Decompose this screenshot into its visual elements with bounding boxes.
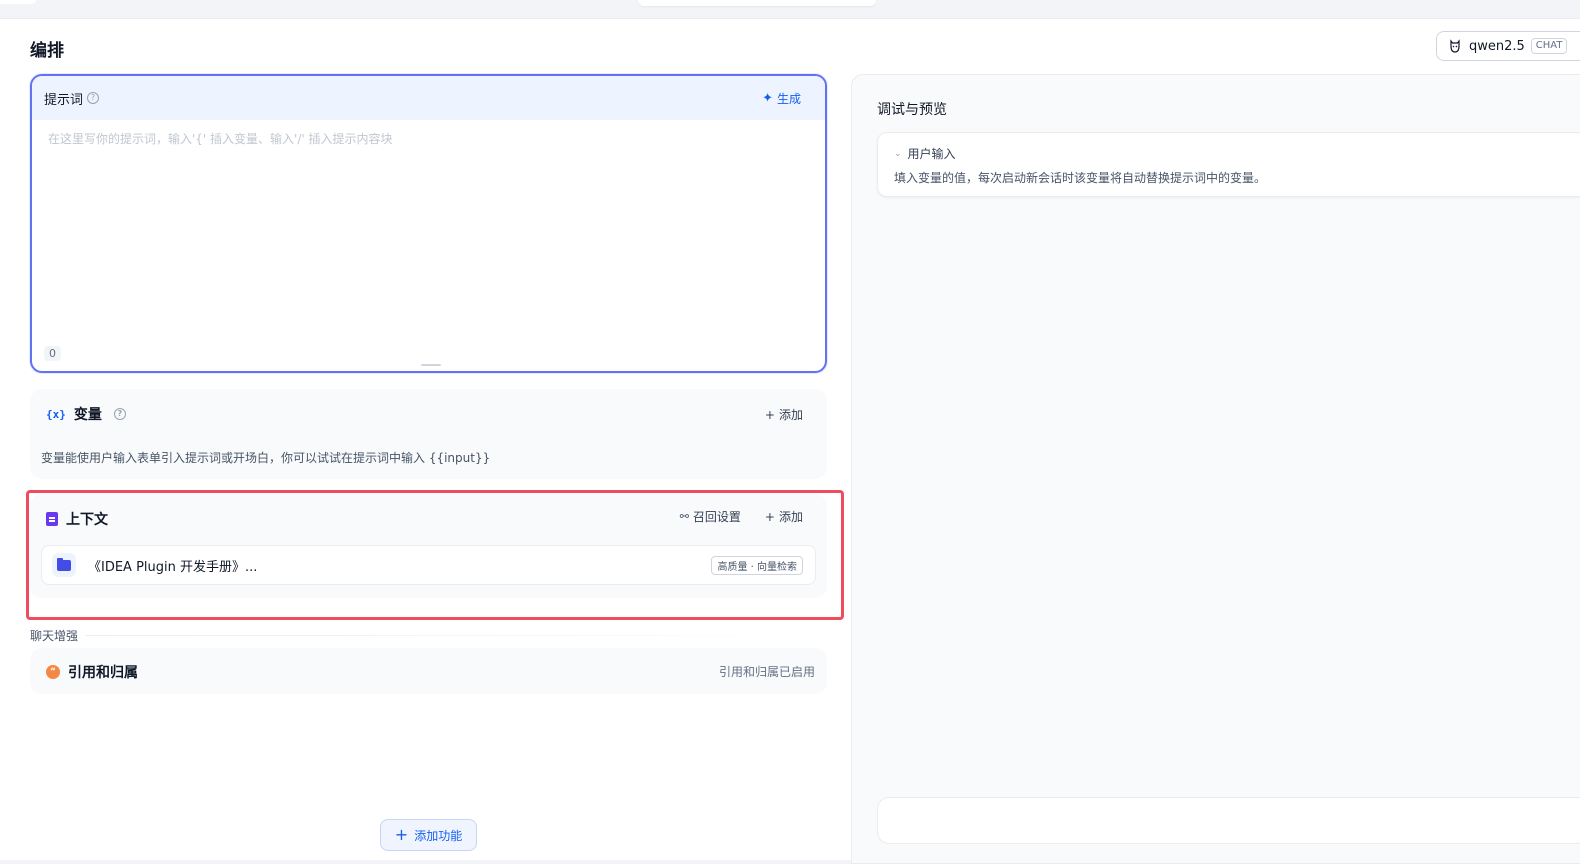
char-counter: 0	[44, 346, 61, 361]
user-input-description: 填入变量的值，每次启动新会话时该变量将自动替换提示词中的变量。	[894, 171, 1267, 185]
plus-icon: +	[394, 825, 409, 844]
prompt-label: 提示词	[44, 92, 84, 108]
add-feature-label: 添加功能	[414, 828, 463, 843]
add-variable-label: 添加	[778, 408, 803, 422]
user-input-toggle[interactable]: ⌄ 用户输入	[894, 145, 956, 162]
prompt-placeholder: 在这里写你的提示词，输入'{' 插入变量、输入'/' 插入提示内容块	[48, 132, 393, 146]
add-variable-button[interactable]: + 添加	[765, 406, 803, 423]
quote-icon: “	[46, 665, 60, 679]
variables-card: {x} 变量 ? + 添加 变量能使用户输入表单引入提示词或开场白，你可以试试在…	[30, 389, 827, 479]
llama-icon	[1450, 39, 1460, 53]
citation-status: 引用和归属已启用	[718, 665, 815, 679]
top-center-tab[interactable]	[638, 0, 876, 6]
highlight-box	[26, 490, 844, 620]
chevron-down-icon: ⌄	[894, 148, 902, 159]
citation-title-text: 引用和归属	[68, 665, 138, 681]
debug-preview-panel: 调试与预览 ⌄ 用户输入 填入变量的值，每次启动新会话时该变量将自动替换提示词中…	[851, 74, 1580, 864]
model-name: qwen2.5	[1469, 38, 1525, 54]
model-mode-tag: CHAT	[1530, 38, 1568, 54]
help-icon[interactable]: ?	[87, 92, 100, 104]
resize-handle[interactable]	[421, 364, 441, 366]
debug-title: 调试与预览	[877, 102, 947, 118]
section-divider	[86, 635, 827, 636]
help-icon[interactable]: ?	[113, 408, 126, 420]
generate-label: 生成	[776, 91, 801, 106]
chat-enhance-section-label: 聊天增强	[30, 629, 79, 643]
top-left-tab[interactable]	[0, 0, 36, 4]
prompt-editor[interactable]: 在这里写你的提示词，输入'{' 插入变量、输入'/' 插入提示内容块 0	[32, 120, 825, 371]
user-input-label: 用户输入	[907, 147, 956, 161]
generate-button[interactable]: ✦ 生成	[762, 90, 801, 107]
prompt-card: 提示词 ? ✦ 生成 在这里写你的提示词，输入'{' 插入变量、输入'/' 插入…	[30, 74, 827, 373]
variables-description: 变量能使用户输入表单引入提示词或开场白，你可以试试在提示词中输入 {{input…	[41, 451, 491, 465]
plus-icon: +	[764, 407, 775, 422]
variable-icon: {x}	[46, 407, 66, 421]
page-title: 编排	[30, 41, 64, 61]
citation-card[interactable]: “ 引用和归属 引用和归属已启用	[30, 648, 827, 694]
citation-title: “ 引用和归属	[46, 662, 138, 682]
top-bar	[0, 0, 1580, 18]
sparkle-icon: ✦	[762, 90, 773, 106]
user-input-card: ⌄ 用户输入 填入变量的值，每次启动新会话时该变量将自动替换提示词中的变量。	[877, 132, 1580, 197]
prompt-header: 提示词 ? ✦ 生成	[32, 76, 825, 120]
add-feature-button[interactable]: + 添加功能	[380, 819, 477, 851]
chat-input[interactable]	[877, 797, 1580, 844]
variables-title-text: 变量	[73, 407, 102, 423]
model-selector-button[interactable]: qwen2.5 CHAT	[1436, 31, 1580, 61]
variables-title: {x} 变量 ?	[46, 404, 126, 424]
